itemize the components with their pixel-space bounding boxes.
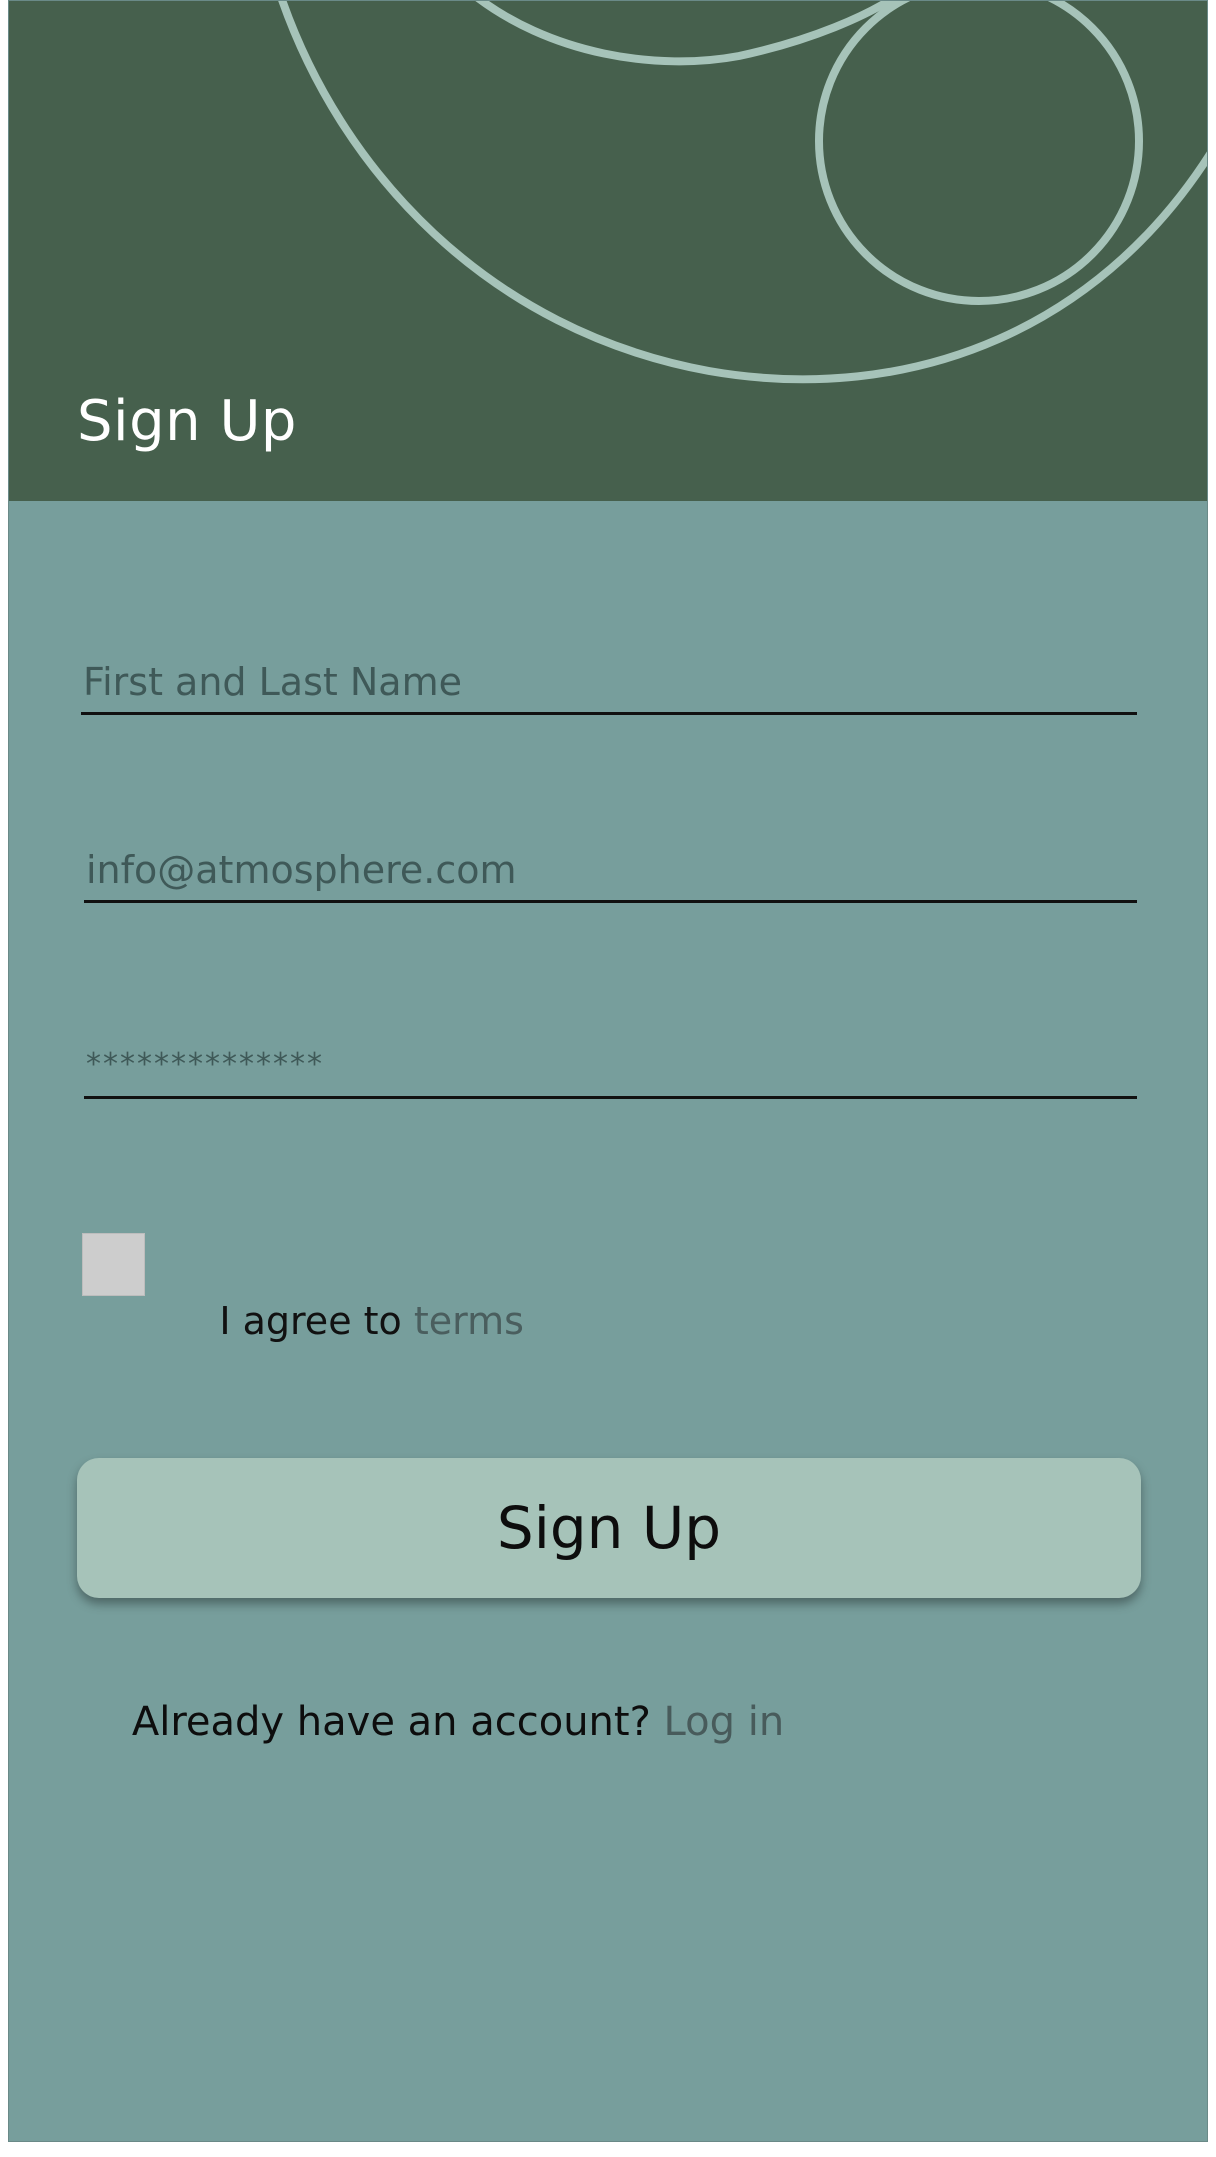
terms-link[interactable]: terms [414, 1299, 524, 1343]
header-banner: Sign Up [9, 1, 1207, 501]
name-field[interactable]: First and Last Name [81, 637, 1137, 715]
terms-agreement: I agree to terms [171, 1255, 524, 1387]
terms-checkbox[interactable] [82, 1233, 145, 1296]
sign-up-button[interactable]: Sign Up [77, 1458, 1141, 1598]
email-placeholder: info@atmosphere.com [86, 848, 517, 892]
page-title: Sign Up [77, 389, 297, 454]
login-prompt-text: Already have an account? [131, 1699, 664, 1745]
password-placeholder: ************** [86, 1047, 324, 1082]
email-field[interactable]: info@atmosphere.com [84, 825, 1137, 903]
terms-prefix: I agree to [219, 1299, 414, 1343]
name-placeholder: First and Last Name [83, 660, 462, 704]
password-field[interactable]: ************** [84, 1021, 1137, 1099]
login-link[interactable]: Log in [664, 1699, 785, 1745]
app-screen: Sign Up First and Last Name info@atmosph… [8, 0, 1208, 2142]
login-prompt: Already have an account? Log in [81, 1653, 784, 1791]
